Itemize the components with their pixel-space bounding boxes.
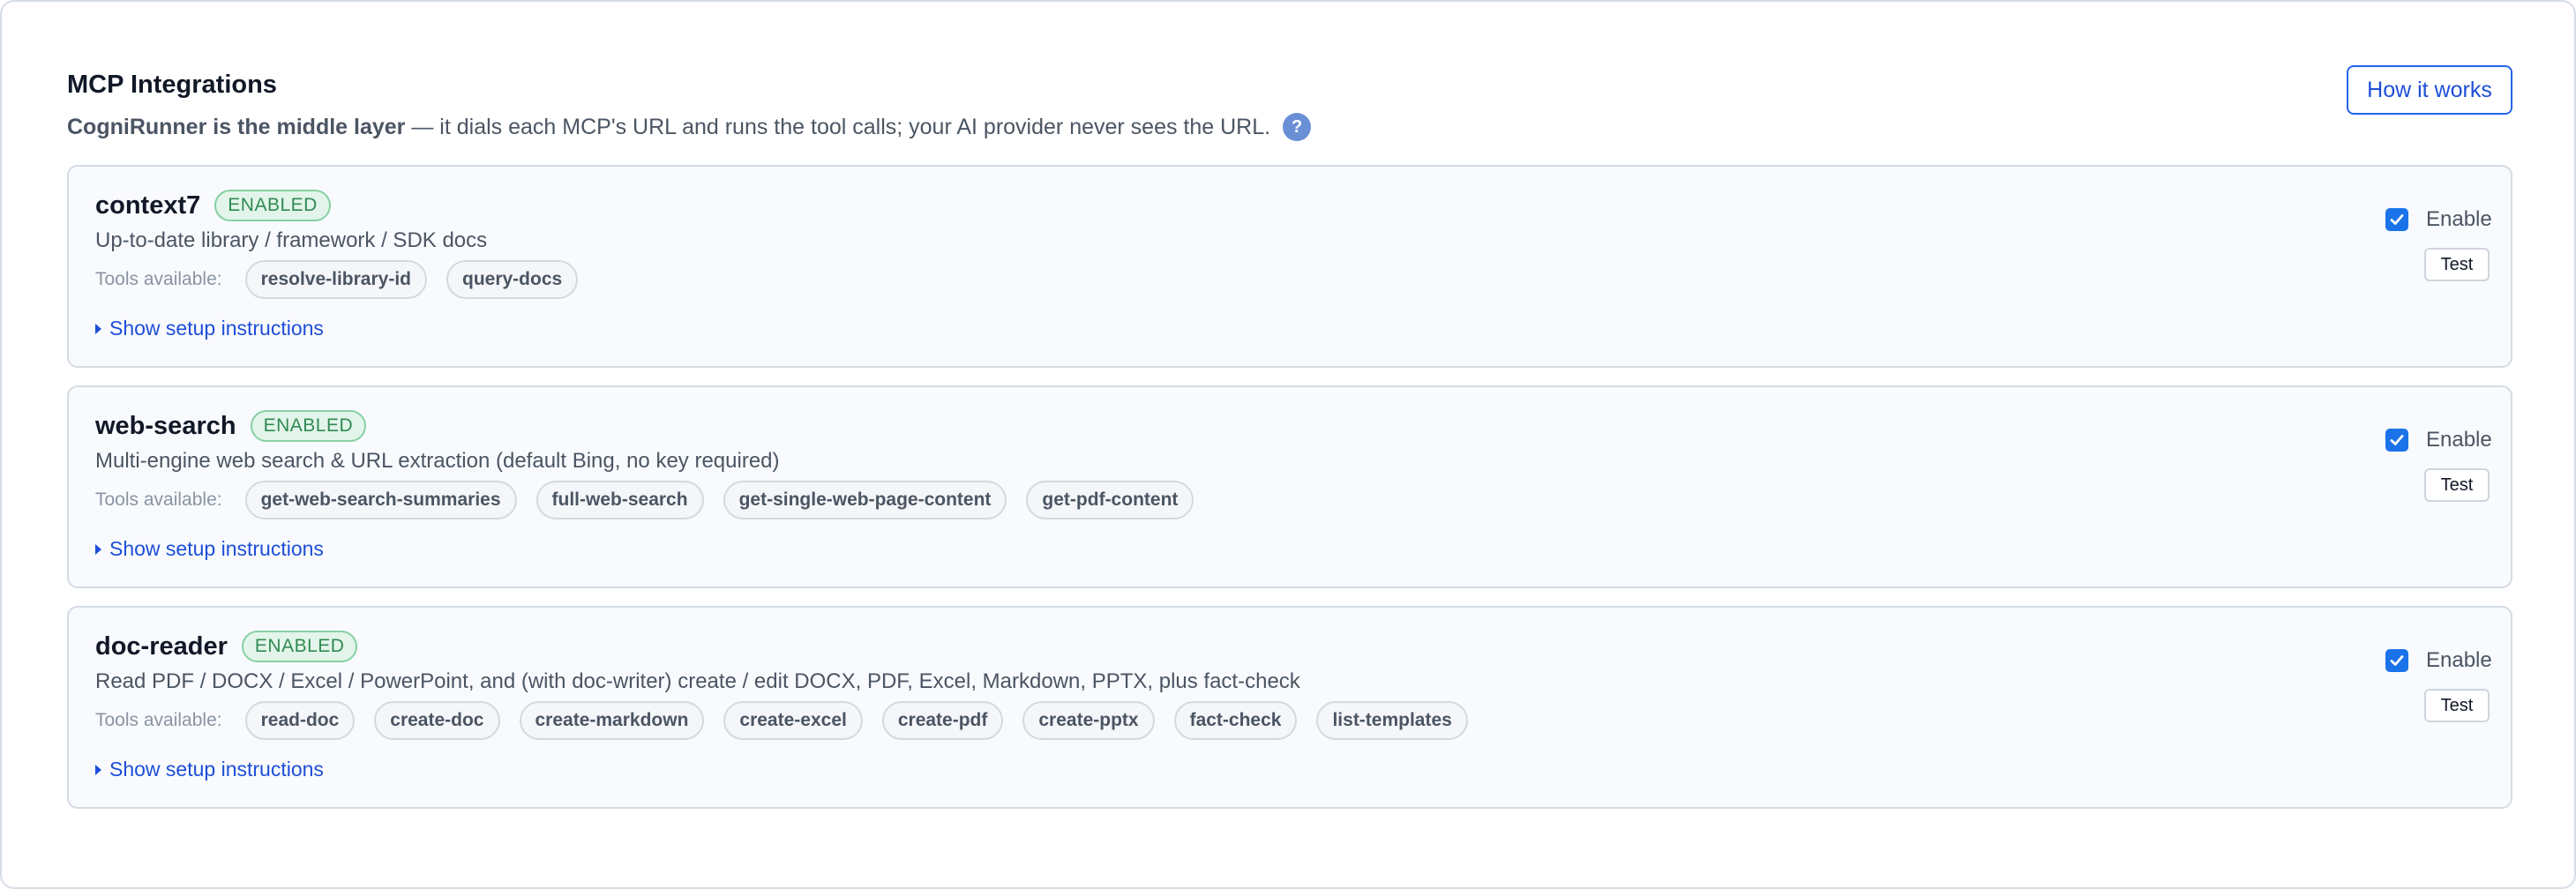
integration-card-context7: context7 ENABLED Up-to-date library / fr… [67, 165, 2512, 368]
integration-description: Multi-engine web search & URL extraction… [95, 449, 780, 473]
tools-list: Tools available: read-doc create-doc cre… [95, 701, 1487, 740]
setup-link-label: Show setup instructions [109, 758, 324, 781]
integration-description: Read PDF / DOCX / Excel / PowerPoint, an… [95, 669, 1300, 693]
enable-label: Enable [2426, 648, 2492, 672]
tools-label: Tools available: [95, 710, 222, 730]
test-button[interactable]: Test [2424, 468, 2490, 502]
show-setup-instructions-link[interactable]: Show setup instructions [95, 537, 324, 561]
tool-chip: resolve-library-id [244, 260, 427, 299]
integration-card-doc-reader: doc-reader ENABLED Read PDF / DOCX / Exc… [67, 606, 2512, 809]
tool-chip: create-excel [723, 701, 863, 740]
checkmark-icon [2390, 435, 2404, 445]
subtitle-emphasis: CogniRunner is the middle layer [67, 114, 406, 139]
subtitle-text: — it dials each MCP's URL and runs the t… [405, 114, 1271, 139]
enable-toggle[interactable]: Enable [2385, 428, 2492, 452]
tool-chip: get-web-search-summaries [244, 481, 517, 519]
enable-checkbox[interactable] [2385, 208, 2408, 231]
tools-label: Tools available: [95, 489, 222, 510]
tool-chip: create-markdown [519, 701, 705, 740]
card-header: web-search ENABLED [95, 410, 367, 442]
enable-checkbox[interactable] [2385, 429, 2408, 452]
show-setup-instructions-link[interactable]: Show setup instructions [95, 317, 324, 340]
integration-name: context7 [95, 190, 201, 220]
page-title: MCP Integrations [67, 71, 277, 99]
integration-description: Up-to-date library / framework / SDK doc… [95, 228, 488, 252]
integration-card-web-search: web-search ENABLED Multi-engine web sear… [67, 385, 2512, 588]
tools-label: Tools available: [95, 269, 222, 289]
tool-chip: fact-check [1173, 701, 1298, 740]
card-header: context7 ENABLED [95, 190, 331, 221]
page-subtitle: CogniRunner is the middle layer — it dia… [67, 113, 1312, 141]
tool-chip: list-templates [1316, 701, 1468, 740]
how-it-works-button[interactable]: How it works [2347, 65, 2512, 115]
test-button[interactable]: Test [2424, 689, 2490, 722]
caret-right-icon [95, 764, 101, 775]
caret-right-icon [95, 323, 101, 334]
tool-chip: read-doc [244, 701, 356, 740]
caret-right-icon [95, 543, 101, 555]
checkmark-icon [2390, 655, 2404, 666]
status-badge: ENABLED [241, 631, 358, 662]
enable-checkbox[interactable] [2385, 649, 2408, 672]
enable-toggle[interactable]: Enable [2385, 648, 2492, 673]
integration-name: web-search [95, 411, 236, 440]
checkmark-icon [2390, 214, 2404, 225]
setup-link-label: Show setup instructions [109, 537, 324, 560]
card-header: doc-reader ENABLED [95, 631, 358, 662]
mcp-integrations-panel: MCP Integrations CogniRunner is the midd… [0, 0, 2576, 889]
enable-toggle[interactable]: Enable [2385, 207, 2492, 232]
status-badge: ENABLED [250, 410, 367, 442]
show-setup-instructions-link[interactable]: Show setup instructions [95, 758, 324, 781]
tools-list: Tools available: get-web-search-summarie… [95, 481, 1213, 519]
tool-chip: get-single-web-page-content [723, 481, 1007, 519]
tool-chip: create-pdf [881, 701, 1004, 740]
enable-label: Enable [2426, 428, 2492, 452]
tool-chip: full-web-search [535, 481, 704, 519]
tools-list: Tools available: resolve-library-id quer… [95, 260, 597, 299]
tool-chip: query-docs [446, 260, 579, 299]
status-badge: ENABLED [214, 190, 331, 221]
tool-chip: create-doc [374, 701, 500, 740]
help-icon[interactable]: ? [1283, 113, 1312, 141]
enable-label: Enable [2426, 207, 2492, 231]
tool-chip: get-pdf-content [1026, 481, 1194, 519]
setup-link-label: Show setup instructions [109, 317, 324, 340]
test-button[interactable]: Test [2424, 248, 2490, 281]
integration-name: doc-reader [95, 631, 228, 661]
tool-chip: create-pptx [1022, 701, 1155, 740]
